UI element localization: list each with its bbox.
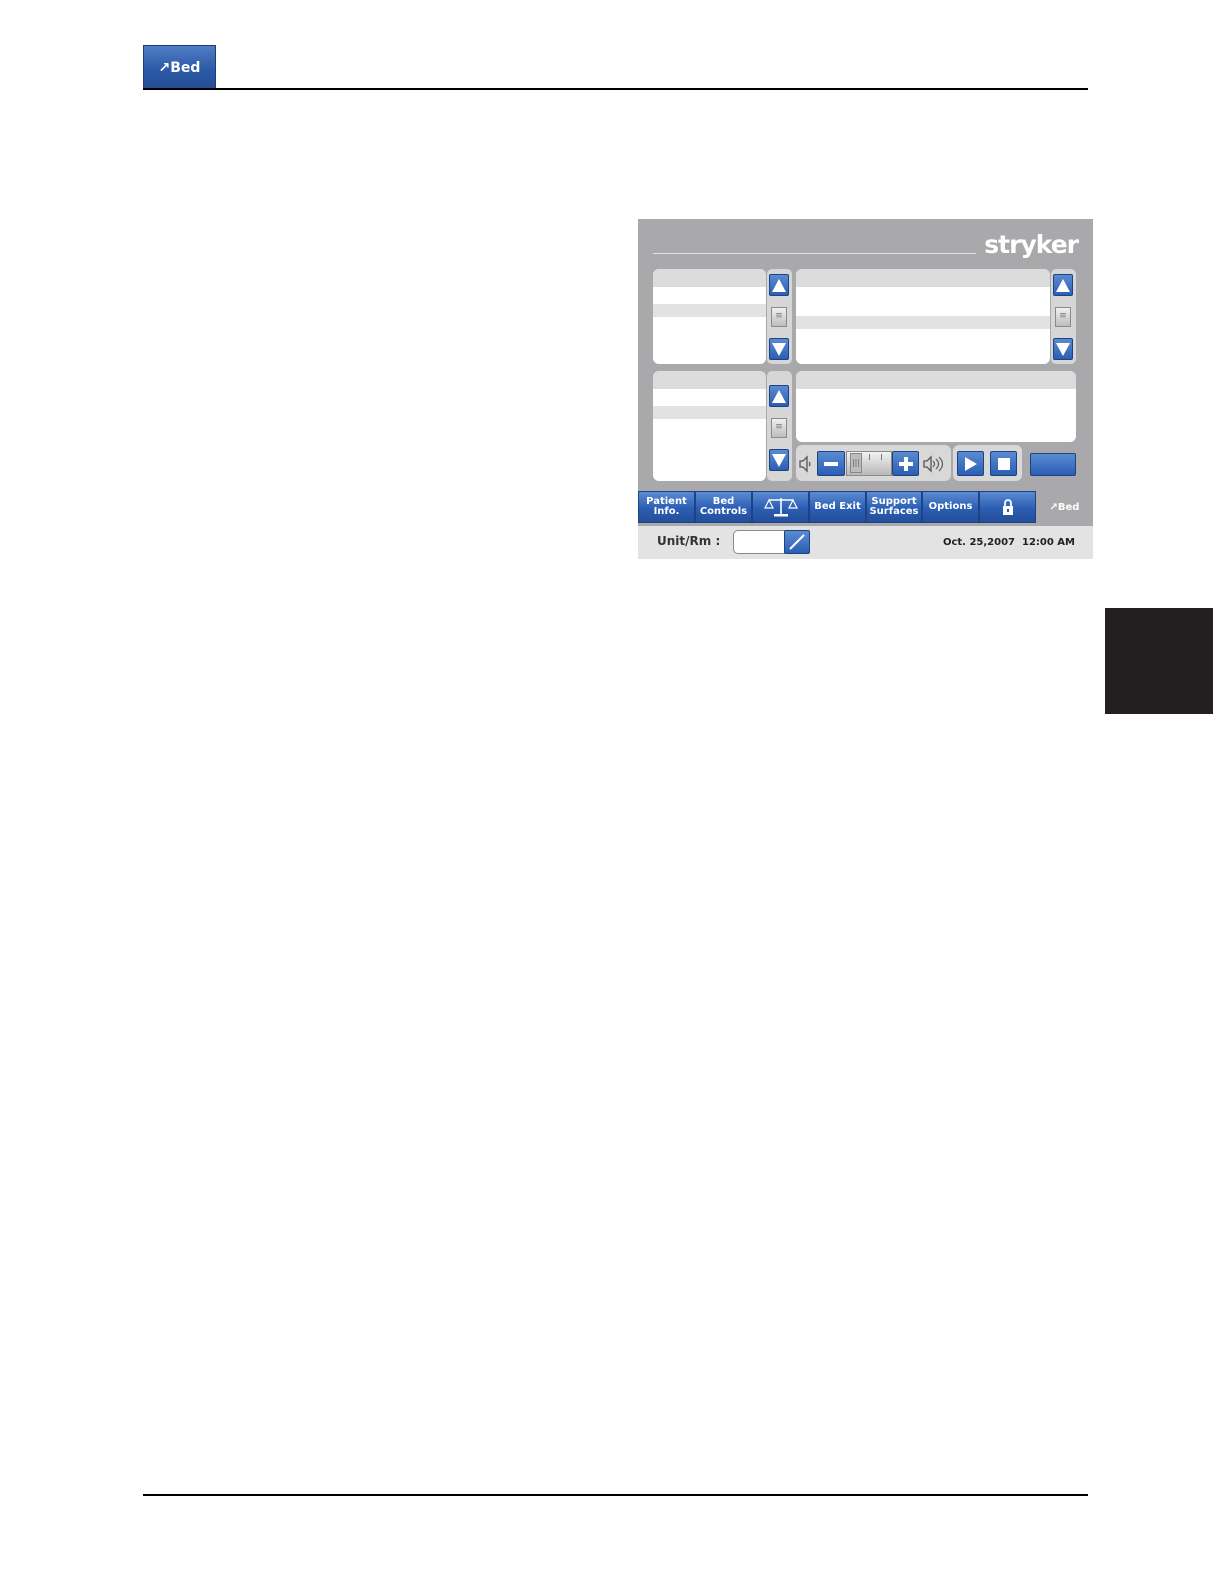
scrollbar-top-right[interactable]: ≡	[1051, 269, 1076, 364]
tab-label: Patient Info.	[646, 496, 687, 517]
scroll-thumb[interactable]: ≡	[1055, 307, 1071, 327]
arrow-up-icon	[1056, 278, 1070, 292]
arrow-down-icon	[772, 453, 786, 467]
tab-label: Bed Exit	[814, 501, 861, 512]
scroll-up-button[interactable]	[769, 385, 789, 407]
tab-options[interactable]: Options	[922, 491, 979, 523]
tab-support-surfaces[interactable]: Support Surfaces	[866, 491, 922, 523]
arrow-up-icon	[772, 389, 786, 403]
tab-label: Support Surfaces	[869, 496, 919, 517]
tab-label: Bed Controls	[699, 496, 748, 517]
scrollbar-bottom-left[interactable]: ≡	[767, 371, 792, 481]
scroll-thumb[interactable]: ≡	[771, 307, 787, 327]
scroll-thumb[interactable]: ≡	[771, 418, 787, 438]
list-header	[653, 269, 766, 287]
arrow-down-icon	[772, 342, 786, 356]
play-icon	[964, 456, 977, 471]
unit-room-label: Unit/Rm :	[657, 534, 721, 548]
bed-brand-label: ↗Bed	[1049, 501, 1080, 513]
screen-title-line	[653, 253, 976, 254]
date-text: Oct. 25,2007	[942, 537, 1016, 548]
unit-room-field[interactable]	[733, 530, 785, 554]
bed-badge: ↗Bed	[143, 45, 216, 90]
lock-icon	[1002, 499, 1013, 515]
list-item-selected[interactable]	[653, 406, 766, 419]
arrow-up-icon	[772, 278, 786, 292]
arrow-down-icon	[1056, 342, 1070, 356]
date-time: Oct. 25,2007 12:00 AM	[900, 537, 1075, 548]
minus-icon	[824, 461, 838, 466]
volume-up-button[interactable]	[892, 451, 919, 476]
time-text: 12:00 AM	[1021, 537, 1075, 548]
tab-scale[interactable]	[752, 491, 809, 523]
edit-unit-room-button[interactable]	[784, 530, 810, 554]
footer-rule	[143, 1494, 1088, 1496]
scroll-up-button[interactable]	[769, 274, 789, 296]
scroll-down-button[interactable]	[1053, 338, 1073, 360]
stop-button[interactable]	[990, 451, 1017, 476]
volume-down-button[interactable]	[817, 451, 845, 476]
speaker-high-icon	[922, 455, 946, 473]
scroll-up-button[interactable]	[1053, 274, 1073, 296]
stop-icon	[997, 457, 1010, 470]
volume-slider[interactable]: |||	[846, 451, 892, 476]
scroll-down-button[interactable]	[769, 449, 789, 471]
list-panel-top-right[interactable]	[796, 269, 1050, 364]
action-button[interactable]	[1030, 453, 1076, 476]
list-item-selected[interactable]	[653, 304, 766, 317]
list-header	[796, 269, 1050, 287]
plus-icon	[898, 456, 913, 471]
scale-icon	[763, 498, 798, 517]
section-thumb-tab	[1105, 608, 1213, 714]
header-rule	[143, 88, 1088, 90]
play-button[interactable]	[957, 451, 984, 476]
panel-header	[796, 371, 1076, 389]
tab-bed-controls[interactable]: Bed Controls	[695, 491, 752, 523]
stryker-logo: stryker	[984, 230, 1079, 259]
list-item-selected[interactable]	[796, 316, 1050, 329]
tab-lock[interactable]	[979, 491, 1036, 523]
tab-label: Options	[928, 501, 973, 512]
tab-bed-exit[interactable]: Bed Exit	[809, 491, 866, 523]
info-panel	[796, 371, 1076, 442]
scroll-down-button[interactable]	[769, 338, 789, 360]
pen-icon	[789, 534, 805, 550]
slider-tick	[881, 454, 882, 460]
list-panel-bottom-left[interactable]	[653, 371, 766, 481]
list-panel-top-left[interactable]	[653, 269, 766, 364]
scrollbar-top-left[interactable]: ≡	[767, 269, 792, 364]
slider-tick	[869, 454, 870, 460]
list-header	[653, 371, 766, 389]
speaker-low-icon	[798, 455, 814, 473]
tab-patient-info[interactable]: Patient Info.	[638, 491, 695, 523]
volume-slider-knob[interactable]: |||	[850, 453, 862, 473]
